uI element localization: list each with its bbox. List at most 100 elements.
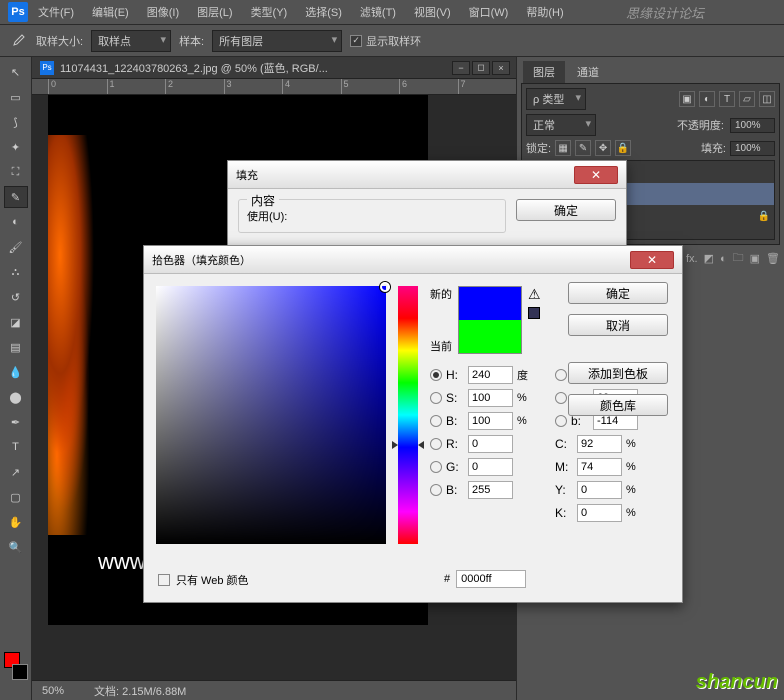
tab-channels[interactable]: 通道 <box>567 61 609 83</box>
l-radio[interactable] <box>555 369 567 381</box>
cp-add-swatch-button[interactable]: 添加到色板 <box>568 362 668 384</box>
hand-tool[interactable]: ✋ <box>4 511 28 533</box>
wand-tool[interactable]: ✦ <box>4 136 28 158</box>
menu-filter[interactable]: 滤镜(T) <box>352 0 404 24</box>
brush-tool[interactable]: 🖌 <box>4 236 28 258</box>
blend-mode-dropdown[interactable]: 正常 <box>526 114 596 136</box>
menu-edit[interactable]: 编辑(E) <box>84 0 137 24</box>
dodge-tool[interactable]: ⬤ <box>4 386 28 408</box>
ruler-horizontal: 0 1 2 3 4 5 6 7 <box>32 79 516 95</box>
adjustment-icon[interactable]: ◐ <box>720 253 727 265</box>
cp-title-bar[interactable]: 拾色器（填充颜色） ✕ <box>144 246 682 274</box>
minimize-button[interactable]: − <box>452 61 470 75</box>
trash-icon[interactable]: 🗑 <box>766 252 780 265</box>
menu-image[interactable]: 图像(I) <box>139 0 187 24</box>
saturation-value-box[interactable] <box>156 286 386 544</box>
folder-icon[interactable]: 🗀 <box>733 249 744 268</box>
stamp-tool[interactable]: ⛬ <box>4 261 28 283</box>
menu-help[interactable]: 帮助(H) <box>518 0 571 24</box>
kind-filter[interactable]: ρ 类型 <box>526 88 586 110</box>
y-input[interactable] <box>577 481 622 499</box>
menu-type[interactable]: 类型(Y) <box>243 0 296 24</box>
background-swatch[interactable] <box>12 664 28 680</box>
k-input[interactable] <box>577 504 622 522</box>
filter-type-icon[interactable]: T <box>719 91 735 107</box>
filter-pixel-icon[interactable]: ▣ <box>679 91 695 107</box>
opacity-label: 不透明度: <box>677 117 724 133</box>
hue-slider[interactable] <box>398 286 418 544</box>
menu-window[interactable]: 窗口(W) <box>461 0 517 24</box>
filter-adjust-icon[interactable]: ◐ <box>699 91 715 107</box>
gamut-warning-icon[interactable]: ⚠ <box>528 286 541 303</box>
shape-tool[interactable]: ▢ <box>4 486 28 508</box>
m-input[interactable] <box>577 458 622 476</box>
lock-pixels-icon[interactable]: ✎ <box>575 140 591 156</box>
new-layer-icon[interactable]: ▣ <box>750 252 760 265</box>
h-input[interactable] <box>468 366 513 384</box>
g-input[interactable] <box>468 458 513 476</box>
h-radio[interactable] <box>430 369 442 381</box>
fill-close-button[interactable]: ✕ <box>574 166 618 184</box>
lasso-tool[interactable]: ⟆ <box>4 111 28 133</box>
s-radio[interactable] <box>430 392 442 404</box>
web-only-checkbox[interactable]: 只有 Web 颜色 <box>158 572 249 588</box>
lock-position-icon[interactable]: ✥ <box>595 140 611 156</box>
heal-tool[interactable]: ◐ <box>4 211 28 233</box>
hex-input[interactable] <box>456 570 526 588</box>
s-input[interactable] <box>468 389 513 407</box>
gradient-tool[interactable]: ▤ <box>4 336 28 358</box>
opacity-input[interactable] <box>730 118 775 133</box>
bb-input[interactable] <box>468 481 513 499</box>
cp-ok-button[interactable]: 确定 <box>568 282 668 304</box>
color-swatches[interactable] <box>4 652 28 680</box>
fill-input[interactable] <box>730 141 775 156</box>
sample-dropdown[interactable]: 所有图层 <box>212 30 342 52</box>
move-tool[interactable]: ↖ <box>4 61 28 83</box>
fill-ok-button[interactable]: 确定 <box>516 199 616 221</box>
fx-icon[interactable]: fx. <box>686 253 698 265</box>
tab-layers[interactable]: 图层 <box>523 61 565 83</box>
crop-tool[interactable]: ⛶ <box>4 161 28 183</box>
menu-view[interactable]: 视图(V) <box>406 0 459 24</box>
lock-transparent-icon[interactable]: ▦ <box>555 140 571 156</box>
g-radio[interactable] <box>430 461 442 473</box>
maximize-button[interactable]: ◻ <box>472 61 490 75</box>
sample-size-dropdown[interactable]: 取样点 <box>91 30 171 52</box>
mask-icon[interactable]: ◩ <box>704 252 714 265</box>
websafe-warning-icon[interactable] <box>528 307 540 319</box>
eraser-tool[interactable]: ◪ <box>4 311 28 333</box>
history-brush-tool[interactable]: ↺ <box>4 286 28 308</box>
c-input[interactable] <box>577 435 622 453</box>
type-tool[interactable]: T <box>4 436 28 458</box>
zoom-tool[interactable]: 🔍 <box>4 536 28 558</box>
pen-tool[interactable]: ✒ <box>4 411 28 433</box>
eyedropper-tool[interactable]: ✎ <box>4 186 28 208</box>
r-input[interactable] <box>468 435 513 453</box>
lock-all-icon[interactable]: 🔒 <box>615 140 631 156</box>
document-tab[interactable]: Ps 11074431_122403780263_2.jpg @ 50% (蓝色… <box>32 57 516 79</box>
bb-radio[interactable] <box>430 484 442 496</box>
zoom-level[interactable]: 50% <box>42 685 64 697</box>
b-radio[interactable] <box>430 415 442 427</box>
path-tool[interactable]: ↗ <box>4 461 28 483</box>
c-unit: % <box>626 438 644 450</box>
menu-select[interactable]: 选择(S) <box>297 0 350 24</box>
blur-tool[interactable]: 💧 <box>4 361 28 383</box>
a-radio[interactable] <box>555 392 567 404</box>
show-ring-checkbox[interactable]: ✓ 显示取样环 <box>350 33 421 49</box>
fill-dialog-title[interactable]: 填充 ✕ <box>228 161 626 189</box>
cp-color-lib-button[interactable]: 颜色库 <box>568 394 668 416</box>
shancun-logo: shancun <box>696 671 778 694</box>
cp-cancel-button[interactable]: 取消 <box>568 314 668 336</box>
filter-smart-icon[interactable]: ◫ <box>759 91 775 107</box>
close-button[interactable]: × <box>492 61 510 75</box>
cp-close-button[interactable]: ✕ <box>630 251 674 269</box>
filter-shape-icon[interactable]: ▱ <box>739 91 755 107</box>
b-input[interactable] <box>468 412 513 430</box>
marquee-tool[interactable]: ▭ <box>4 86 28 108</box>
menu-layer[interactable]: 图层(L) <box>189 0 240 24</box>
menu-file[interactable]: 文件(F) <box>30 0 82 24</box>
fire-image <box>48 135 108 535</box>
lab-b-radio[interactable] <box>555 415 567 427</box>
r-radio[interactable] <box>430 438 442 450</box>
